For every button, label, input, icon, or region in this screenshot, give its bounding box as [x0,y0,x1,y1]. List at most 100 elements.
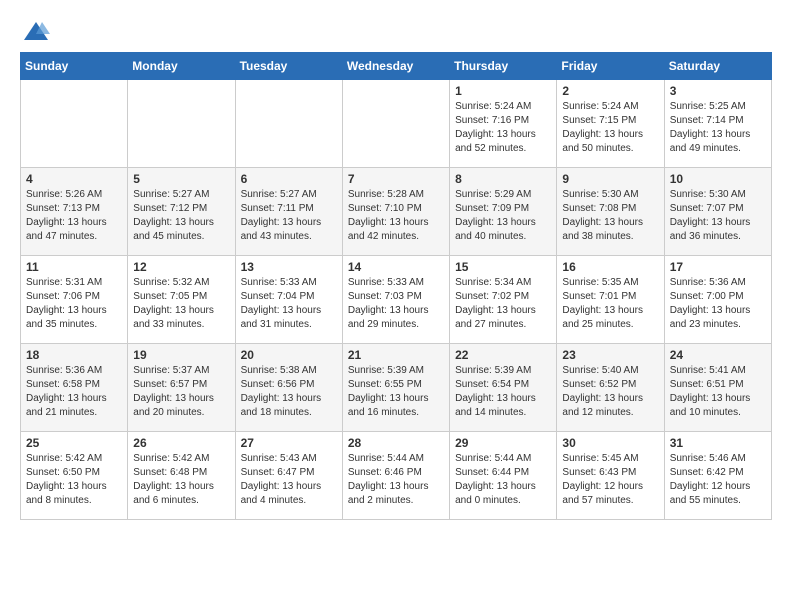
day-number: 7 [348,172,444,186]
day-info: Sunrise: 5:41 AM Sunset: 6:51 PM Dayligh… [670,364,766,420]
day-info: Sunrise: 5:36 AM Sunset: 6:58 PM Dayligh… [26,364,122,420]
calendar-cell: 11 Sunrise: 5:31 AM Sunset: 7:06 PM Dayli… [21,256,128,344]
day-info: Sunrise: 5:24 AM Sunset: 7:16 PM Dayligh… [455,100,551,156]
calendar-cell: 13 Sunrise: 5:33 AM Sunset: 7:04 PM Dayli… [235,256,342,344]
calendar-cell: 28 Sunrise: 5:44 AM Sunset: 6:46 PM Dayli… [342,432,449,520]
calendar-cell: 22 Sunrise: 5:39 AM Sunset: 6:54 PM Dayli… [450,344,557,432]
calendar-cell: 7 Sunrise: 5:28 AM Sunset: 7:10 PM Daylig… [342,168,449,256]
day-number: 15 [455,260,551,274]
day-number: 20 [241,348,337,362]
day-number: 3 [670,84,766,98]
calendar-cell: 24 Sunrise: 5:41 AM Sunset: 6:51 PM Dayli… [664,344,771,432]
day-number: 2 [562,84,658,98]
calendar-cell: 31 Sunrise: 5:46 AM Sunset: 6:42 PM Dayli… [664,432,771,520]
logo [20,20,50,42]
calendar-cell [342,80,449,168]
weekday-header: Thursday [450,53,557,80]
day-info: Sunrise: 5:38 AM Sunset: 6:56 PM Dayligh… [241,364,337,420]
calendar-cell [21,80,128,168]
day-info: Sunrise: 5:24 AM Sunset: 7:15 PM Dayligh… [562,100,658,156]
day-number: 16 [562,260,658,274]
logo-icon [22,20,50,42]
calendar-cell: 3 Sunrise: 5:25 AM Sunset: 7:14 PM Daylig… [664,80,771,168]
weekday-header: Friday [557,53,664,80]
day-number: 9 [562,172,658,186]
calendar-cell: 8Sunrise: 5:29 AM Sunset: 7:09 PM Daylig… [450,168,557,256]
day-info: Sunrise: 5:36 AM Sunset: 7:00 PM Dayligh… [670,276,766,332]
day-info: Sunrise: 5:42 AM Sunset: 6:48 PM Dayligh… [133,452,229,508]
calendar-cell: 6 Sunrise: 5:27 AM Sunset: 7:11 PM Daylig… [235,168,342,256]
day-number: 31 [670,436,766,450]
day-info: Sunrise: 5:32 AM Sunset: 7:05 PM Dayligh… [133,276,229,332]
calendar-cell [128,80,235,168]
day-info: Sunrise: 5:31 AM Sunset: 7:06 PM Dayligh… [26,276,122,332]
calendar-cell: 20 Sunrise: 5:38 AM Sunset: 6:56 PM Dayli… [235,344,342,432]
calendar-cell: 9 Sunrise: 5:30 AM Sunset: 7:08 PM Daylig… [557,168,664,256]
day-number: 21 [348,348,444,362]
weekday-header: Tuesday [235,53,342,80]
day-number: 11 [26,260,122,274]
weekday-header: Saturday [664,53,771,80]
day-number: 24 [670,348,766,362]
day-number: 27 [241,436,337,450]
weekday-header: Monday [128,53,235,80]
day-number: 17 [670,260,766,274]
calendar-cell: 5 Sunrise: 5:27 AM Sunset: 7:12 PM Daylig… [128,168,235,256]
calendar-cell: 17 Sunrise: 5:36 AM Sunset: 7:00 PM Dayli… [664,256,771,344]
day-info: Sunrise: 5:39 AM Sunset: 6:55 PM Dayligh… [348,364,444,420]
calendar-cell: 2 Sunrise: 5:24 AM Sunset: 7:15 PM Daylig… [557,80,664,168]
calendar-cell: 26 Sunrise: 5:42 AM Sunset: 6:48 PM Dayli… [128,432,235,520]
day-number: 10 [670,172,766,186]
calendar-cell: 16 Sunrise: 5:35 AM Sunset: 7:01 PM Dayli… [557,256,664,344]
day-info: Sunrise: 5:46 AM Sunset: 6:42 PM Dayligh… [670,452,766,508]
day-number: 1 [455,84,551,98]
calendar-cell: 30 Sunrise: 5:45 AM Sunset: 6:43 PM Dayli… [557,432,664,520]
day-info: Sunrise: 5:40 AM Sunset: 6:52 PM Dayligh… [562,364,658,420]
day-info: Sunrise: 5:35 AM Sunset: 7:01 PM Dayligh… [562,276,658,332]
day-number: 5 [133,172,229,186]
calendar-cell: 15Sunrise: 5:34 AM Sunset: 7:02 PM Dayli… [450,256,557,344]
day-info: Sunrise: 5:42 AM Sunset: 6:50 PM Dayligh… [26,452,122,508]
calendar-cell: 10 Sunrise: 5:30 AM Sunset: 7:07 PM Dayli… [664,168,771,256]
calendar-table: SundayMondayTuesdayWednesdayThursdayFrid… [20,52,772,520]
day-number: 29 [455,436,551,450]
day-number: 19 [133,348,229,362]
weekday-header: Wednesday [342,53,449,80]
day-info: Sunrise: 5:37 AM Sunset: 6:57 PM Dayligh… [133,364,229,420]
day-number: 8 [455,172,551,186]
day-info: Sunrise: 5:33 AM Sunset: 7:04 PM Dayligh… [241,276,337,332]
day-info: Sunrise: 5:45 AM Sunset: 6:43 PM Dayligh… [562,452,658,508]
calendar-cell: 14Sunrise: 5:33 AM Sunset: 7:03 PM Dayli… [342,256,449,344]
day-info: Sunrise: 5:30 AM Sunset: 7:08 PM Dayligh… [562,188,658,244]
day-info: Sunrise: 5:43 AM Sunset: 6:47 PM Dayligh… [241,452,337,508]
day-number: 28 [348,436,444,450]
day-info: Sunrise: 5:26 AM Sunset: 7:13 PM Dayligh… [26,188,122,244]
day-number: 22 [455,348,551,362]
day-info: Sunrise: 5:27 AM Sunset: 7:12 PM Dayligh… [133,188,229,244]
calendar-cell: 18 Sunrise: 5:36 AM Sunset: 6:58 PM Dayli… [21,344,128,432]
day-number: 23 [562,348,658,362]
day-info: Sunrise: 5:27 AM Sunset: 7:11 PM Dayligh… [241,188,337,244]
day-number: 26 [133,436,229,450]
calendar-cell: 25Sunrise: 5:42 AM Sunset: 6:50 PM Dayli… [21,432,128,520]
day-number: 14 [348,260,444,274]
day-number: 13 [241,260,337,274]
day-number: 30 [562,436,658,450]
day-number: 18 [26,348,122,362]
calendar-cell: 21 Sunrise: 5:39 AM Sunset: 6:55 PM Dayli… [342,344,449,432]
page-header [20,20,772,42]
calendar-cell: 4 Sunrise: 5:26 AM Sunset: 7:13 PM Daylig… [21,168,128,256]
weekday-header: Sunday [21,53,128,80]
calendar-cell: 1 Sunrise: 5:24 AM Sunset: 7:16 PM Daylig… [450,80,557,168]
calendar-cell [235,80,342,168]
day-info: Sunrise: 5:44 AM Sunset: 6:46 PM Dayligh… [348,452,444,508]
day-number: 6 [241,172,337,186]
calendar-cell: 23 Sunrise: 5:40 AM Sunset: 6:52 PM Dayli… [557,344,664,432]
day-number: 12 [133,260,229,274]
day-info: Sunrise: 5:28 AM Sunset: 7:10 PM Dayligh… [348,188,444,244]
calendar-cell: 19 Sunrise: 5:37 AM Sunset: 6:57 PM Dayli… [128,344,235,432]
day-info: Sunrise: 5:30 AM Sunset: 7:07 PM Dayligh… [670,188,766,244]
day-info: Sunrise: 5:25 AM Sunset: 7:14 PM Dayligh… [670,100,766,156]
day-number: 4 [26,172,122,186]
day-info: Sunrise: 5:39 AM Sunset: 6:54 PM Dayligh… [455,364,551,420]
